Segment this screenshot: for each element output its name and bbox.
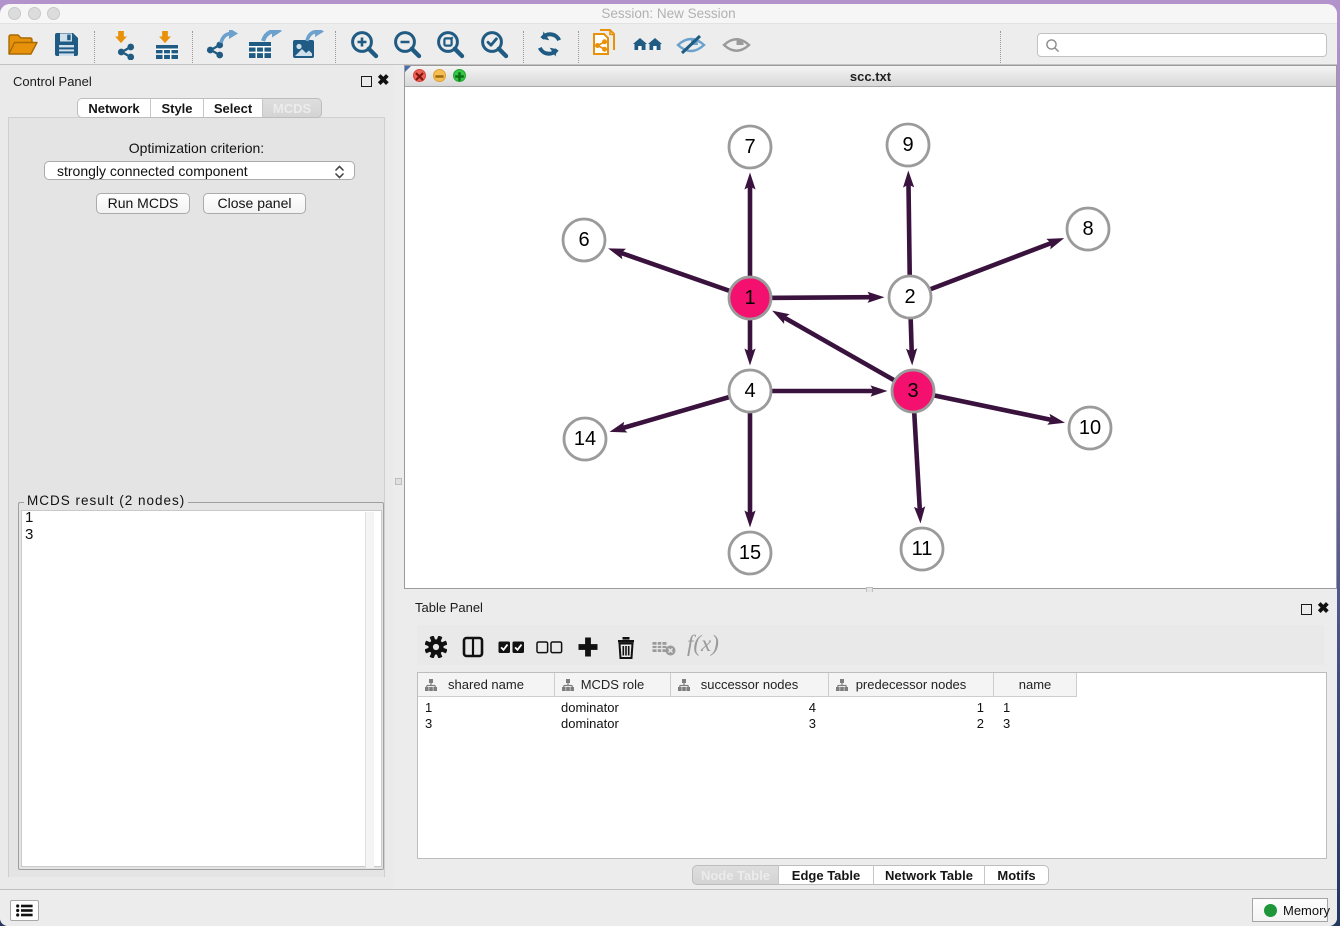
- svg-text:10: 10: [1079, 417, 1101, 439]
- svg-text:7: 7: [744, 136, 755, 158]
- svg-text:11: 11: [912, 538, 933, 560]
- svg-text:6: 6: [578, 229, 589, 251]
- svg-text:3: 3: [907, 380, 918, 402]
- svg-text:1: 1: [744, 287, 755, 309]
- svg-text:8: 8: [1082, 218, 1093, 240]
- svg-text:2: 2: [904, 286, 915, 308]
- svg-text:14: 14: [574, 428, 596, 450]
- svg-text:9: 9: [902, 134, 913, 156]
- svg-text:15: 15: [739, 542, 761, 564]
- svg-text:4: 4: [744, 380, 755, 402]
